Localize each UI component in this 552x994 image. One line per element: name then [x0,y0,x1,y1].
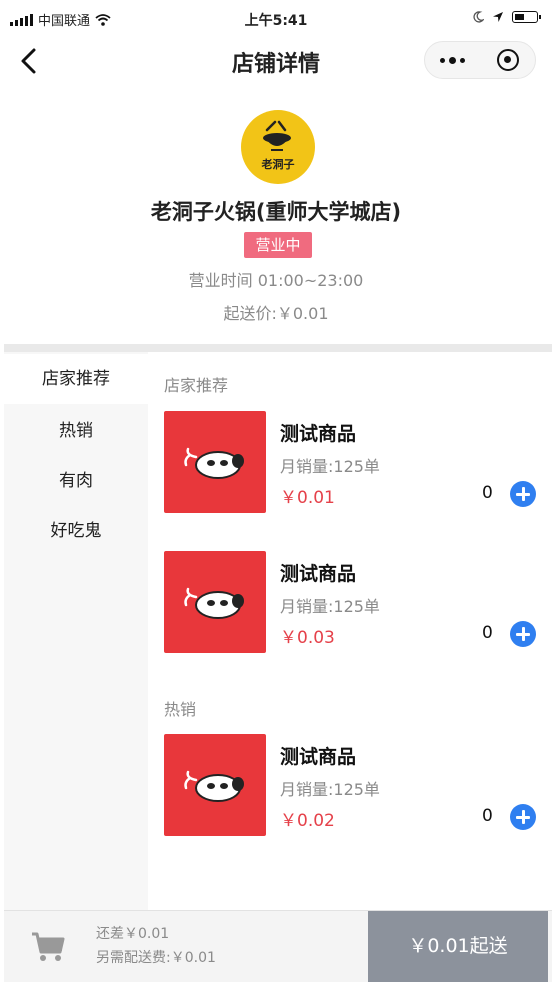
product-price: ￥0.03 [280,628,335,648]
mini-program-capsule [424,41,536,79]
location-arrow-icon [493,12,503,22]
min-order-price: 起送价:￥0.01 [223,304,329,323]
product-item[interactable]: 测试商品 月销量:125单 ￥0.01 0 [164,411,548,515]
status-right [472,11,541,23]
product-image[interactable] [164,551,266,653]
product-sales: 月销量:125单 [280,597,380,616]
shortfall-text: 还差￥0.01 [96,926,170,942]
product-image[interactable] [164,411,266,513]
nav-bar: 店铺详情 [0,38,552,84]
product-quantity: 0 [482,623,493,643]
sidebar-item-foodie[interactable]: 好吃鬼 [4,506,148,556]
checkout-button[interactable]: ￥0.01起送 [368,911,548,982]
shop-logo: 老洞子 [241,110,315,184]
logo-pot-icon [263,120,291,151]
product-quantity: 0 [482,483,493,503]
panda-icon [184,770,244,802]
product-name: 测试商品 [280,563,357,585]
category-sidebar: 店家推荐 热销 有肉 好吃鬼 [4,352,148,910]
panda-icon [184,587,244,619]
product-name: 测试商品 [280,423,357,445]
shop-name: 老洞子火锅(重师大学城店) [150,200,402,224]
moon-icon [473,11,484,23]
add-plus-icon[interactable] [510,481,536,507]
product-name: 测试商品 [280,746,357,768]
product-price: ￥0.01 [280,488,335,508]
cart-bar: 还差￥0.01 另需配送费:￥0.01 ￥0.01起送 [4,910,552,982]
section-divider [4,344,552,352]
sidebar-item-hot[interactable]: 热销 [4,406,148,456]
product-item[interactable]: 测试商品 月销量:125单 ￥0.03 0 [164,551,548,655]
sidebar-item-meat[interactable]: 有肉 [4,456,148,506]
add-plus-icon[interactable] [510,621,536,647]
close-target-icon[interactable] [480,42,535,78]
product-quantity: 0 [482,806,493,826]
shopping-cart-icon[interactable] [28,925,68,965]
battery-icon [512,11,541,23]
status-bar: 中国联通 上午5:41 [0,0,552,38]
business-hours: 营业时间 01:00~23:00 [188,271,364,290]
product-image[interactable] [164,734,266,836]
product-price: ￥0.02 [280,811,335,831]
product-sales: 月销量:125单 [280,457,380,476]
section-title: 店家推荐 [164,376,229,395]
more-dots-icon[interactable] [425,42,480,78]
section-title: 热销 [164,700,197,719]
panda-icon [184,447,244,479]
add-plus-icon[interactable] [510,804,536,830]
logo-text: 老洞子 [261,158,295,171]
product-sales: 月销量:125单 [280,780,380,799]
clock: 上午5:41 [244,13,308,29]
product-item[interactable]: 测试商品 月销量:125单 ￥0.02 0 [164,734,548,838]
status-badge: 营业中 [244,232,312,258]
sidebar-item-recommended[interactable]: 店家推荐 [4,354,148,404]
delivery-fee-text: 另需配送费:￥0.01 [96,950,216,966]
